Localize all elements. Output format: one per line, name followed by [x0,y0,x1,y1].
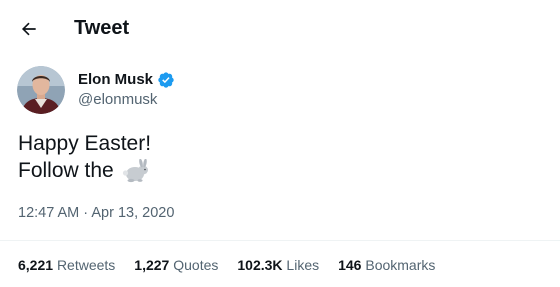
verified-badge-icon [157,71,175,89]
tweet-line-2: Follow the [18,157,151,184]
page-title: Tweet [74,17,130,39]
tweet-line-2-text: Follow the [18,159,114,182]
tweet-line-1: Happy Easter! [18,132,152,155]
tweet-text: Happy Easter! Follow the [18,130,151,184]
arrow-left-icon [21,22,36,36]
rabbit-icon [120,158,150,183]
stat-likes-label: Likes [286,257,320,273]
avatar[interactable] [17,66,65,114]
stat-bookmarks-count: 146 [338,257,362,273]
tweet-header: Tweet [0,0,560,56]
stat-quotes[interactable]: 1,227 Quotes [134,257,218,273]
stat-quotes-label: Quotes [173,257,219,273]
stat-bookmarks-label: Bookmarks [365,257,436,273]
stat-likes[interactable]: 102.3K Likes [237,257,319,273]
stat-likes-count: 102.3K [237,257,283,273]
stat-quotes-count: 1,227 [134,257,170,273]
author-handle[interactable]: @elonmusk [78,90,175,110]
stat-retweets[interactable]: 6,221 Retweets [18,257,115,273]
stat-retweets-label: Retweets [56,257,116,273]
back-button[interactable] [14,14,44,44]
stat-retweets-count: 6,221 [18,257,54,273]
tweet-timestamp[interactable]: 12:47 AM · Apr 13, 2020 [18,203,174,223]
author-name[interactable]: Elon Musk [78,70,153,90]
divider [0,240,560,241]
tweet-author: Elon Musk @elonmusk [17,66,175,114]
tweet-stats: 6,221 Retweets 1,227 Quotes 102.3K Likes… [18,255,454,275]
stat-bookmarks[interactable]: 146 Bookmarks [338,257,435,273]
